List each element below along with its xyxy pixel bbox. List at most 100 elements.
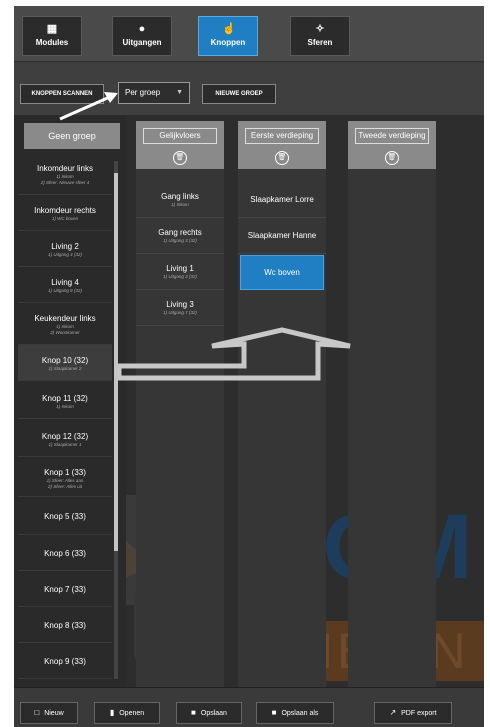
item-title: Knop 9 (33)	[44, 657, 86, 666]
group-column-eerste-verdieping: Eerste verdieping 🗑 Slaapkamer Lorre Sla…	[238, 121, 326, 687]
item-sub: 1) Uitgang 7 (32)	[163, 310, 197, 315]
save-button[interactable]: ■ Opslaan	[176, 702, 242, 724]
item-title: Knop 1 (33)	[44, 468, 86, 477]
list-item[interactable]: Knop 7 (33)	[18, 571, 112, 607]
item-title: Knop 7 (33)	[44, 585, 86, 594]
list-item[interactable]: Knop 10 (32) 1) Slaapkamer 2	[18, 345, 112, 381]
item-title: Keukendeur links	[34, 314, 96, 323]
group-column-gelijkvloers: Gelijkvloers 🗑 Gang links 1) Inkom Gang …	[136, 121, 224, 687]
open-file-button[interactable]: ▮ Openen	[94, 702, 160, 724]
button-label: Openen	[119, 710, 145, 717]
button-label: PDF export	[401, 710, 437, 717]
pdf-icon: ↗	[389, 708, 397, 717]
button-label: Opslaan	[200, 710, 227, 717]
hand-icon: ☝	[222, 23, 236, 35]
new-file-icon: □	[34, 708, 40, 717]
group-item-selected[interactable]: Wc boven	[240, 255, 324, 290]
bulb-icon: ●	[138, 23, 146, 35]
item-title: Inkomdeur links	[36, 164, 94, 173]
nav-knoppen-button[interactable]: ☝ Knoppen	[198, 16, 258, 56]
save-as-icon: ■	[271, 708, 277, 717]
group-item[interactable]: Gang links 1) Inkom	[136, 183, 224, 218]
group-header: Eerste verdieping 🗑	[238, 121, 326, 169]
new-group-button[interactable]: NIEUWE GROEP	[202, 84, 276, 104]
ungrouped-header: Geen groep	[24, 123, 120, 149]
main-area: DOM AMBIAN Geen groep Inkomdeur links 1)…	[14, 115, 484, 687]
save-as-button[interactable]: ■ Opslaan als	[256, 702, 334, 724]
list-item[interactable]: Knop 11 (32) 1) Inkom	[18, 381, 112, 419]
item-sub: 1) Slaapkamer 1	[48, 442, 82, 447]
item-title: Living 3	[166, 300, 194, 309]
bottom-bar: □ Nieuw ▮ Openen ■ Opslaan ■ Opslaan als ↗ PD…	[14, 687, 484, 727]
item-title: Knop 8 (33)	[44, 621, 86, 630]
group-item[interactable]: Slaapkamer Lorre	[238, 183, 326, 218]
list-item[interactable]: Living 4 1) Uitgang 8 (32)	[18, 267, 112, 303]
item-title: Living 4	[51, 278, 79, 287]
item-title: Gang rechts	[158, 228, 202, 237]
list-item[interactable]: Knop 8 (33)	[18, 607, 112, 643]
group-title[interactable]: Tweede verdieping	[355, 128, 429, 144]
group-title[interactable]: Gelijkvloers	[143, 128, 217, 144]
item-sub: 1) Inkom	[171, 202, 189, 207]
sparkle-icon: ✧	[315, 23, 325, 35]
group-header: Tweede verdieping 🗑	[348, 121, 436, 169]
item-sub: 1) Uitgang 4 (32)	[48, 252, 82, 257]
item-title: Slaapkamer Hanne	[247, 231, 317, 240]
nav-uitgangen-button[interactable]: ● Uitgangen	[112, 16, 172, 56]
group-item[interactable]: Slaapkamer Hanne	[238, 219, 326, 254]
delete-group-icon[interactable]: 🗑	[385, 151, 399, 165]
item-sub: 2) Sfeer: Nieuwe sfeer 4	[40, 180, 90, 185]
button-label: Nieuw	[44, 710, 64, 717]
delete-group-icon[interactable]: 🗑	[275, 151, 289, 165]
item-sub: 1) Uitgang 8 (32)	[48, 288, 82, 293]
item-title: Knop 11 (32)	[42, 394, 88, 403]
pdf-export-button[interactable]: ↗ PDF export	[374, 702, 452, 724]
item-title: Knop 12 (32)	[41, 432, 89, 441]
list-item[interactable]: Inkomdeur links 1) Inkom 2) Sfeer: Nieuw…	[18, 157, 112, 195]
list-item[interactable]: Knop 12 (32) 1) Slaapkamer 1	[18, 419, 112, 457]
button-label: Opslaan als	[281, 710, 319, 717]
item-sub: 1) Slaapkamer 2	[48, 366, 82, 371]
list-item[interactable]: Knop 1 (33) 1) Sfeer: Alles aan 2) Sfeer…	[18, 457, 112, 497]
item-sub: 1) WC boven	[51, 216, 79, 221]
new-file-button[interactable]: □ Nieuw	[20, 702, 78, 724]
nav-sferen-button[interactable]: ✧ Sferen	[290, 16, 350, 56]
group-item[interactable]: Gang rechts 1) Uitgang 3 (32)	[136, 219, 224, 254]
top-nav: ▦ Modules ● Uitgangen ☝ Knoppen ✧ Sferen	[14, 6, 484, 62]
nav-label: Knoppen	[210, 38, 246, 47]
nav-label: Uitgangen	[122, 38, 162, 47]
group-select-value: Per groep	[125, 88, 161, 97]
delete-group-icon[interactable]: 🗑	[173, 151, 187, 165]
group-item[interactable]: Living 1 1) Uitgang 3 (32)	[136, 255, 224, 290]
ungrouped-list: Geen groep Inkomdeur links 1) Inkom 2) S…	[14, 115, 126, 687]
scan-buttons-button[interactable]: KNOPPEN SCANNEN	[20, 84, 104, 104]
app-window: ▦ Modules ● Uitgangen ☝ Knoppen ✧ Sferen…	[14, 6, 484, 727]
list-item[interactable]: Knop 6 (33)	[18, 535, 112, 571]
list-item[interactable]: Keukendeur links 1) Inkom 2) Woonkamer	[18, 303, 112, 345]
group-item[interactable]: Living 3 1) Uitgang 7 (32)	[136, 291, 224, 326]
item-sub: 1) Uitgang 3 (32)	[163, 274, 197, 279]
grid-icon: ▦	[46, 23, 58, 35]
list-item[interactable]: Knop 5 (33)	[18, 497, 112, 535]
save-icon: ■	[191, 708, 196, 717]
group-header: Gelijkvloers 🗑	[136, 121, 224, 169]
list-item[interactable]: Inkomdeur rechts 1) WC boven	[18, 195, 112, 231]
list-item[interactable]: Knop 9 (33)	[18, 643, 112, 679]
item-sub: 1) Uitgang 3 (32)	[163, 238, 197, 243]
list-scrollbar-thumb[interactable]	[114, 173, 118, 551]
item-title: Inkomdeur rechts	[34, 206, 96, 215]
item-sub: 1) Inkom	[56, 404, 74, 409]
nav-modules-button[interactable]: ▦ Modules	[22, 16, 82, 56]
item-sub: 2) Sfeer: Alles uit	[47, 484, 83, 489]
group-title[interactable]: Eerste verdieping	[245, 128, 319, 144]
chevron-down-icon: ▼	[176, 89, 183, 96]
list-item[interactable]: Living 2 1) Uitgang 4 (32)	[18, 231, 112, 267]
item-title: Wc boven	[264, 268, 300, 277]
item-title: Living 2	[51, 242, 79, 251]
nav-label: Sferen	[307, 38, 333, 47]
item-title: Knop 10 (32)	[41, 356, 89, 365]
item-title: Gang links	[161, 192, 199, 201]
group-select[interactable]: Per groep ▼	[118, 82, 190, 104]
toolbar: KNOPPEN SCANNEN Per groep ▼ NIEUWE GROEP	[14, 63, 484, 115]
folder-icon: ▮	[109, 708, 115, 717]
